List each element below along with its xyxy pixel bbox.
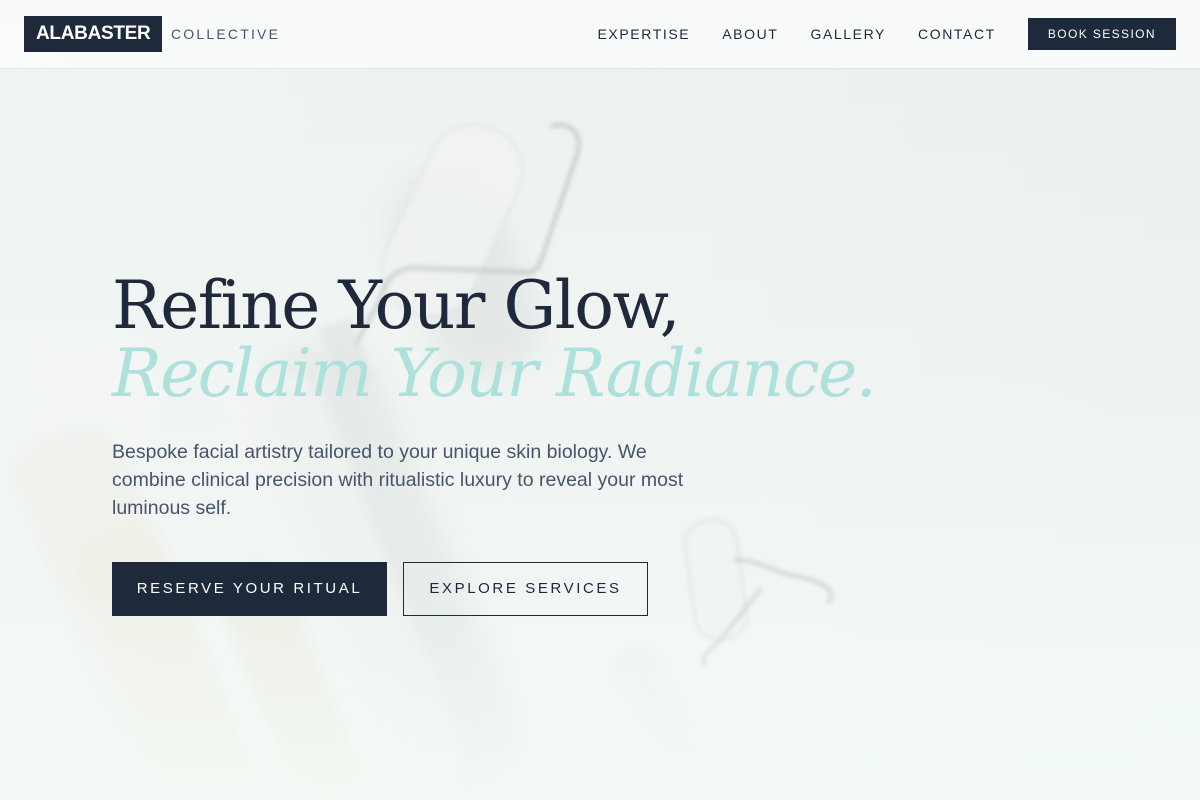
brand-logo[interactable]: ALABASTER [24,16,163,52]
main-nav: EXPERTISE ABOUT GALLERY CONTACT BOOK SES… [597,18,1176,50]
hero-title-line1: Refine Your Glow, [112,267,681,344]
hero-description: Bespoke facial artistry tailored to your… [112,441,684,519]
brand-subtitle: COLLECTIVE [171,26,281,42]
reserve-ritual-button[interactable]: RESERVE YOUR RITUAL [112,562,387,616]
nav-link-about[interactable]: ABOUT [722,26,778,42]
nav-link-gallery[interactable]: GALLERY [810,26,886,42]
hero-section: Refine Your Glow, Reclaim Your Radiance.… [112,267,877,616]
nav-link-expertise[interactable]: EXPERTISE [597,26,690,42]
site-header: ALABASTER COLLECTIVE EXPERTISE ABOUT GAL… [0,0,1200,68]
hero-title-line2: Reclaim Your Radiance. [112,335,877,412]
book-session-button[interactable]: BOOK SESSION [1027,18,1176,50]
explore-services-button[interactable]: EXPLORE SERVICES [403,562,648,616]
hero-actions: RESERVE YOUR RITUAL EXPLORE SERVICES [112,562,872,616]
hero-title: Refine Your Glow, Reclaim Your Radiance. [112,267,877,412]
nav-link-contact[interactable]: CONTACT [918,26,996,42]
